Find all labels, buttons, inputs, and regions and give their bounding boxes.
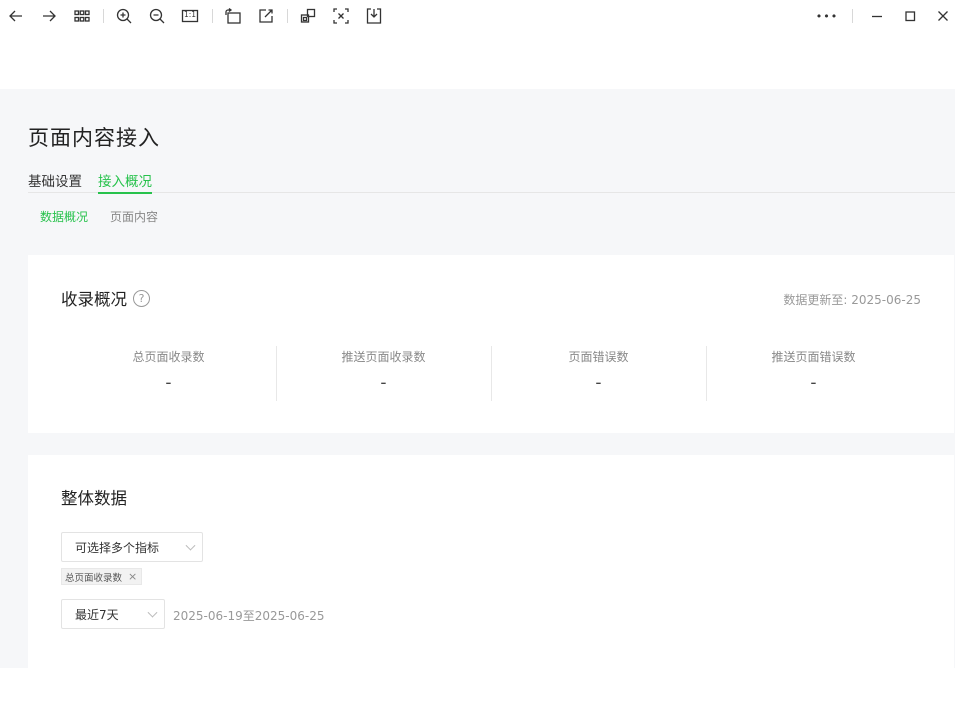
crop-icon[interactable] xyxy=(330,5,352,27)
copy-icon[interactable] xyxy=(297,5,319,27)
more-icon[interactable]: ••• xyxy=(816,5,838,27)
overall-title: 整体数据 xyxy=(61,489,127,508)
overview-title: 收录概况 xyxy=(61,290,127,309)
stat-total-indexed: 总页面收录数 - xyxy=(61,346,276,401)
stat-pushed-errors: 推送页面错误数 - xyxy=(706,346,921,401)
edit-icon[interactable] xyxy=(255,5,277,27)
download-icon[interactable] xyxy=(363,5,385,27)
close-icon[interactable] xyxy=(932,5,954,27)
tab-access-overview[interactable]: 接入概况 xyxy=(98,170,152,194)
back-icon[interactable] xyxy=(5,5,27,27)
maximize-icon[interactable] xyxy=(899,5,921,27)
period-select-label: 最近7天 xyxy=(75,607,119,622)
stat-value: - xyxy=(380,373,387,393)
stat-value: - xyxy=(595,373,602,393)
more-label: ••• xyxy=(815,9,839,23)
actual-size-label: 1:1 xyxy=(183,10,197,19)
metric-select[interactable]: 可选择多个指标 xyxy=(61,532,203,562)
page-content: 页面内容接入 基础设置 接入概况 数据概况 页面内容 收录概况 ? 数据更新至:… xyxy=(0,89,955,668)
stat-label: 推送页面错误数 xyxy=(771,350,856,364)
zoom-in-icon[interactable] xyxy=(113,5,135,27)
stats-row: 总页面收录数 - 推送页面收录数 - 页面错误数 - 推送页面错误数 - xyxy=(61,346,921,401)
stat-pushed-indexed: 推送页面收录数 - xyxy=(276,346,491,401)
rotate-icon[interactable] xyxy=(222,5,244,27)
page-title: 页面内容接入 xyxy=(28,126,160,150)
actual-size-icon[interactable]: 1:1 xyxy=(179,5,201,27)
tag-label: 总页面收录数 xyxy=(65,572,123,584)
subtab-data-overview[interactable]: 数据概况 xyxy=(40,208,88,225)
stat-page-errors: 页面错误数 - xyxy=(491,346,706,401)
stat-value: - xyxy=(810,373,817,393)
stat-label: 页面错误数 xyxy=(568,350,629,364)
grid-icon[interactable] xyxy=(71,5,93,27)
help-icon[interactable]: ? xyxy=(133,290,150,307)
update-time: 数据更新至: 2025-06-25 xyxy=(783,293,921,307)
stat-value: - xyxy=(165,373,172,393)
help-glyph: ? xyxy=(138,292,145,305)
toolbar: 1:1 ••• xyxy=(0,0,960,32)
stat-label: 推送页面收录数 xyxy=(341,350,426,364)
overview-card: 收录概况 ? 数据更新至: 2025-06-25 总页面收录数 - 推送页面收录… xyxy=(28,255,954,433)
chevron-down-icon xyxy=(147,607,158,618)
tab-basic-settings[interactable]: 基础设置 xyxy=(28,170,82,193)
period-select[interactable]: 最近7天 xyxy=(61,599,165,629)
date-range: 2025-06-19至2025-06-25 xyxy=(173,609,325,623)
chevron-down-icon xyxy=(185,540,196,551)
subtab-page-content[interactable]: 页面内容 xyxy=(110,208,158,225)
zoom-out-icon[interactable] xyxy=(146,5,168,27)
metric-select-label: 可选择多个指标 xyxy=(75,540,160,555)
forward-icon[interactable] xyxy=(38,5,60,27)
stat-label: 总页面收录数 xyxy=(132,350,205,364)
minimize-icon[interactable] xyxy=(866,5,888,27)
overall-data-card: 整体数据 可选择多个指标 总页面收录数 × 最近7天 2025-06-19至20… xyxy=(28,455,954,668)
main-tabs: 基础设置 接入概况 xyxy=(28,170,955,194)
tag-close-icon[interactable]: × xyxy=(128,570,137,583)
selected-metric-tag: 总页面收录数 × xyxy=(61,568,143,585)
